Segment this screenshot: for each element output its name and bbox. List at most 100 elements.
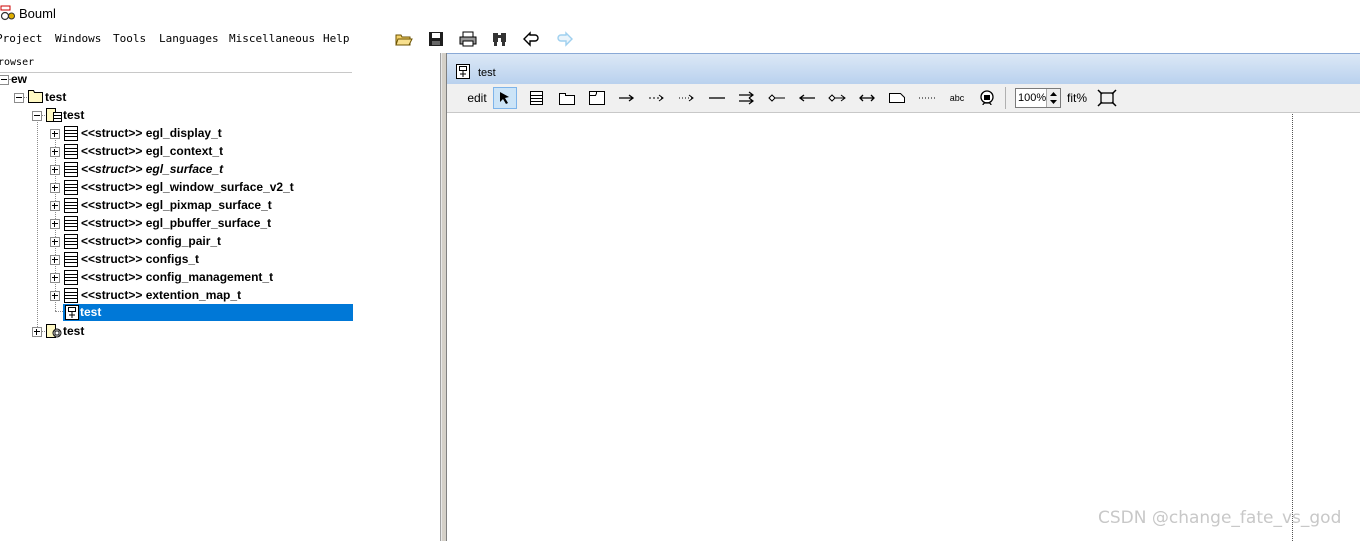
class-icon bbox=[530, 91, 543, 105]
class-icon bbox=[64, 144, 78, 159]
tree-item-class-diagram[interactable]: test bbox=[63, 304, 353, 321]
expand-toggle[interactable] bbox=[50, 201, 60, 211]
add-class-button[interactable] bbox=[525, 87, 549, 109]
directional-association-button[interactable] bbox=[735, 87, 759, 109]
menu-languages[interactable]: Languages bbox=[159, 32, 219, 45]
diamond-arrow-icon bbox=[828, 94, 846, 102]
tree-item-struct[interactable]: <<struct>> egl_context_t bbox=[0, 143, 320, 160]
bidirectional-arrow-icon bbox=[859, 94, 875, 102]
bidirectional-association-button[interactable] bbox=[855, 87, 879, 109]
zoom-spin-buttons[interactable] bbox=[1046, 89, 1060, 107]
class-icon bbox=[64, 270, 78, 285]
tree-item-label: <<struct>> egl_pixmap_surface_t bbox=[81, 198, 272, 212]
tree-item-label: <<struct>> egl_window_surface_v2_t bbox=[81, 180, 294, 194]
aggregation-button[interactable] bbox=[765, 87, 789, 109]
fit-button[interactable]: fit% bbox=[1067, 91, 1087, 105]
tree-item-label: test bbox=[45, 90, 67, 104]
select-pointer-button[interactable] bbox=[493, 87, 517, 109]
dependency-button[interactable] bbox=[675, 87, 699, 109]
expand-toggle[interactable] bbox=[50, 237, 60, 247]
spin-arrows-icon bbox=[1050, 92, 1057, 104]
expand-toggle[interactable] bbox=[50, 219, 60, 229]
tree-item-class-view[interactable]: test bbox=[0, 107, 200, 124]
tree-item-struct[interactable]: <<struct>> egl_window_surface_v2_t bbox=[0, 179, 320, 196]
collapse-toggle[interactable] bbox=[14, 93, 24, 103]
diagram-canvas[interactable] bbox=[453, 114, 1360, 541]
expand-toggle[interactable] bbox=[32, 327, 42, 337]
tree-item-struct[interactable]: <<struct>> egl_pixmap_surface_t bbox=[0, 197, 320, 214]
tree-item-label: test bbox=[80, 305, 102, 319]
expand-toggle[interactable] bbox=[50, 183, 60, 193]
image-button[interactable] bbox=[975, 87, 999, 109]
collapse-toggle[interactable] bbox=[0, 75, 9, 85]
bidirectional-aggregation-button[interactable] bbox=[825, 87, 849, 109]
menu-project[interactable]: Project bbox=[0, 32, 42, 45]
add-package-button[interactable] bbox=[555, 87, 579, 109]
add-fragment-button[interactable] bbox=[585, 87, 609, 109]
edit-button[interactable]: edit bbox=[462, 87, 492, 109]
composition-button[interactable] bbox=[795, 87, 819, 109]
tree-item-label: <<struct>> egl_display_t bbox=[81, 126, 222, 140]
arrow-left-icon bbox=[798, 94, 815, 102]
dotted-line-icon bbox=[919, 97, 935, 99]
tree-item-struct[interactable]: <<struct>> egl_pbuffer_surface_t bbox=[0, 215, 320, 232]
text-button[interactable]: abc bbox=[945, 87, 969, 109]
tree-item-struct[interactable]: <<struct>> configs_t bbox=[0, 251, 320, 268]
expand-toggle[interactable] bbox=[50, 147, 60, 157]
tree-item-struct[interactable]: <<struct>> egl_display_t bbox=[0, 125, 320, 142]
aggregation-icon bbox=[768, 94, 785, 102]
tree-item-struct[interactable]: <<struct>> egl_surface_t bbox=[0, 161, 320, 178]
forward-arrow-icon[interactable] bbox=[554, 30, 574, 48]
menu-bar: Project Windows Tools Languages Miscella… bbox=[0, 28, 1360, 50]
title-bar: Bouml bbox=[0, 0, 1360, 28]
arrow-right-icon bbox=[619, 94, 635, 102]
class-icon bbox=[64, 216, 78, 231]
tree-item-package[interactable]: test bbox=[0, 89, 200, 106]
find-icon[interactable] bbox=[490, 30, 510, 48]
tree-item-deployment-view[interactable]: test bbox=[0, 323, 200, 340]
menu-windows[interactable]: Windows bbox=[55, 32, 101, 45]
tree-item-label: <<struct>> extention_map_t bbox=[81, 288, 242, 302]
browser-panel: rowser ew test test <<struct>> egl_displ… bbox=[0, 53, 441, 541]
realize-button[interactable] bbox=[645, 87, 669, 109]
menu-help[interactable]: Help bbox=[323, 32, 350, 45]
line-icon bbox=[709, 97, 725, 99]
generalisation-button[interactable] bbox=[615, 87, 639, 109]
note-icon bbox=[889, 93, 905, 103]
tree-item-project[interactable]: ew bbox=[0, 71, 200, 88]
tree-item-label: <<struct>> config_pair_t bbox=[81, 234, 222, 248]
tree-item-label: ew bbox=[11, 72, 28, 86]
expand-toggle[interactable] bbox=[50, 165, 60, 175]
optimal-window-size-button[interactable] bbox=[1095, 87, 1119, 109]
open-folder-icon[interactable] bbox=[394, 30, 414, 48]
expand-toggle[interactable] bbox=[50, 273, 60, 283]
expand-toggle[interactable] bbox=[50, 291, 60, 301]
anchor-button[interactable] bbox=[915, 87, 939, 109]
class-icon bbox=[64, 126, 78, 141]
class-icon bbox=[64, 252, 78, 267]
class-diagram-icon bbox=[65, 305, 79, 320]
expand-toggle[interactable] bbox=[50, 129, 60, 139]
back-arrow-icon[interactable] bbox=[522, 30, 542, 48]
save-icon[interactable] bbox=[426, 30, 446, 48]
tree-item-struct[interactable]: <<struct>> config_management_t bbox=[0, 269, 320, 286]
menu-miscellaneous[interactable]: Miscellaneous bbox=[229, 32, 315, 45]
dashed-arrow-icon bbox=[649, 94, 664, 102]
tree-item-label: <<struct>> config_management_t bbox=[81, 270, 274, 284]
note-button[interactable] bbox=[885, 87, 909, 109]
zoom-spinbox[interactable]: 100% bbox=[1015, 88, 1061, 108]
fit-window-icon bbox=[1097, 89, 1117, 107]
pointer-icon bbox=[500, 92, 509, 104]
class-icon bbox=[64, 198, 78, 213]
expand-toggle[interactable] bbox=[50, 255, 60, 265]
tree-item-struct[interactable]: <<struct>> config_pair_t bbox=[0, 233, 320, 250]
collapse-toggle[interactable] bbox=[32, 111, 42, 121]
association-button[interactable] bbox=[705, 87, 729, 109]
print-icon[interactable] bbox=[458, 30, 478, 48]
double-arrow-icon bbox=[739, 91, 754, 105]
class-icon bbox=[64, 288, 78, 303]
tree-item-label: <<struct>> egl_surface_t bbox=[81, 162, 224, 176]
class-icon bbox=[64, 162, 78, 177]
menu-tools[interactable]: Tools bbox=[113, 32, 146, 45]
tree-item-struct[interactable]: <<struct>> extention_map_t bbox=[0, 287, 320, 304]
